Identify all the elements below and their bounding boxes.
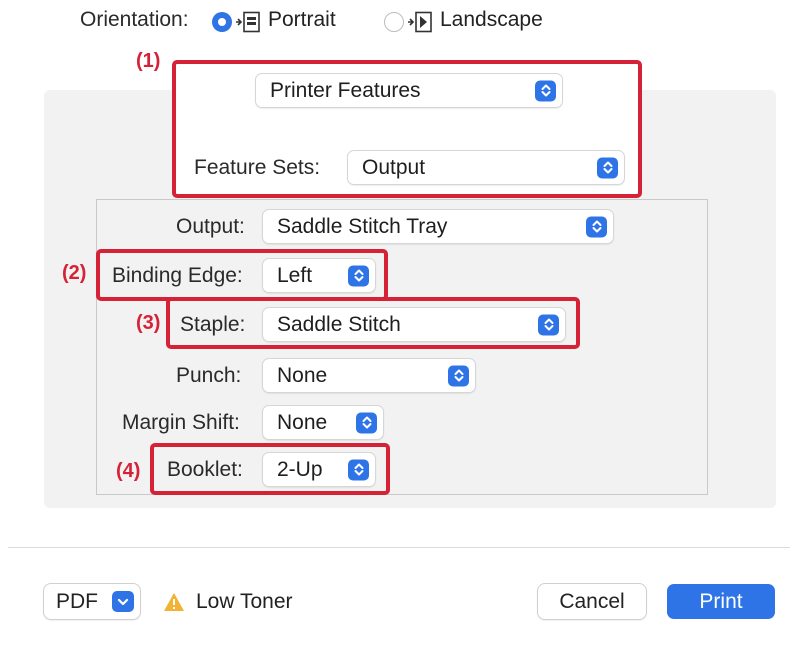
punch-popup[interactable]: None [263,359,475,392]
pdf-button-label: PDF [56,589,98,613]
landscape-orientation-icon [408,11,432,33]
annotation-frame-2 [96,249,388,301]
annotation-frame-1 [172,60,642,198]
annotation-label-2: (2) [62,262,87,284]
popup-stepper-icon [586,216,607,237]
output-value: Saddle Stitch Tray [277,214,448,238]
punch-label: Punch: [176,364,242,387]
low-toner-status: Low Toner [196,590,293,613]
margin-shift-value: None [277,410,328,434]
margin-shift-label: Margin Shift: [122,411,240,434]
output-popup[interactable]: Saddle Stitch Tray [263,210,613,243]
landscape-option-label[interactable]: Landscape [440,8,543,32]
print-button[interactable]: Print [667,584,775,619]
footer-divider [8,547,790,548]
annotation-label-4: (4) [116,460,141,482]
orientation-label: Orientation: [80,8,189,31]
cancel-button[interactable]: Cancel [538,584,646,619]
chevron-down-icon [112,591,134,612]
portrait-option-label[interactable]: Portrait [268,8,336,32]
landscape-radio[interactable] [384,12,404,32]
annotation-frame-3 [166,297,580,349]
warning-icon [164,593,184,611]
output-label: Output: [176,215,245,238]
punch-value: None [277,363,328,387]
annotation-label-1: (1) [136,50,161,72]
annotation-label-3: (3) [136,312,161,334]
portrait-orientation-icon [236,11,260,33]
margin-shift-popup[interactable]: None [263,406,383,439]
portrait-radio[interactable] [212,12,232,32]
popup-stepper-icon [448,365,469,386]
annotation-frame-4 [150,443,390,495]
popup-stepper-icon [356,412,377,433]
pdf-menu-button[interactable]: PDF [44,584,140,619]
